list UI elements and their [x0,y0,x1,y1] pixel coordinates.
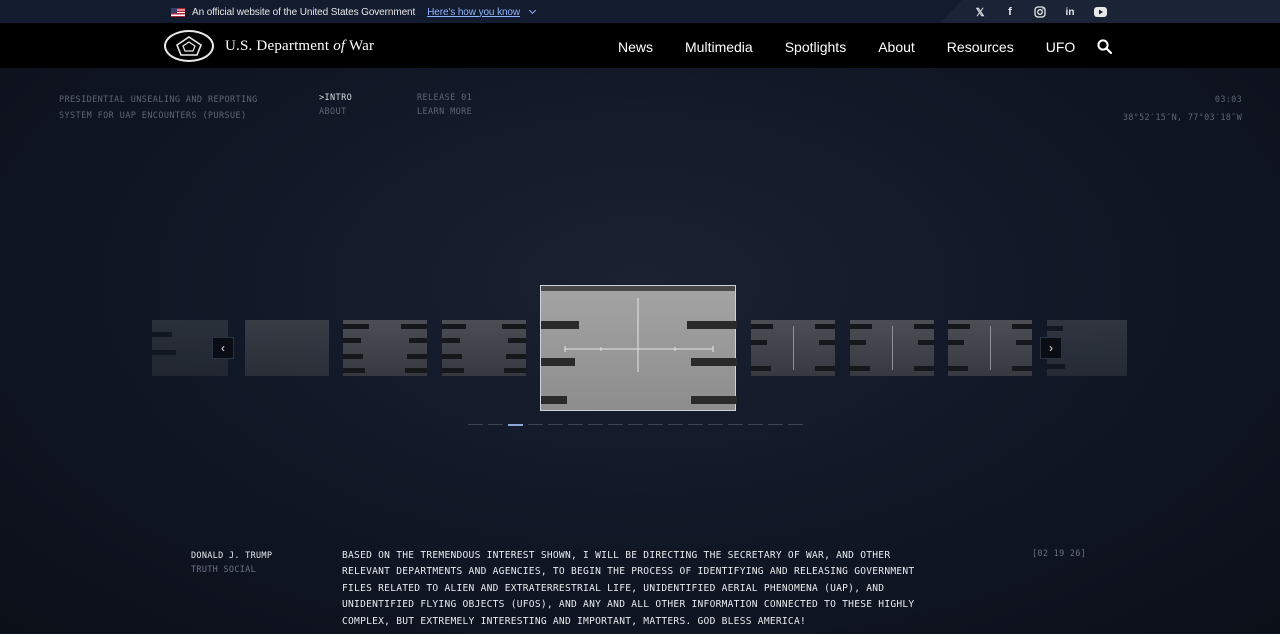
carousel-thumb[interactable] [343,320,427,376]
carousel-dot[interactable] [488,424,503,425]
hero-section: PRESIDENTIAL UNSEALING AND REPORTING SYS… [0,68,1280,634]
clock-time: 03:03 [1214,95,1242,105]
carousel-prev-button[interactable]: ‹ [212,337,234,359]
time-location: 03:03 38°52′15″N, 77°03′18″W [1123,91,1242,127]
carousel-dot[interactable] [688,424,703,425]
quote-attribution: DONALD J. TRUMP TRUTH SOCIAL [191,549,272,577]
carousel-dot[interactable] [768,424,783,425]
coordinates: 38°52′15″N, 77°03′18″W [1122,113,1242,123]
carousel-dot[interactable] [668,424,683,425]
carousel-dot[interactable] [788,424,803,425]
carousel-active-slide[interactable] [540,285,737,411]
program-title: PRESIDENTIAL UNSEALING AND REPORTING SYS… [59,92,258,124]
facebook-icon[interactable]: f [1003,5,1017,19]
quote-source: TRUTH SOCIAL [191,565,257,575]
department-logo-text[interactable]: U.S. Department of War [225,38,374,55]
carousel-thumb[interactable] [245,320,329,376]
targeting-reticle-icon [564,298,714,372]
social-links: 𝕏 f in [973,5,1107,19]
menu-intro[interactable]: >INTRO [319,91,352,105]
linkedin-icon[interactable]: in [1063,5,1077,19]
gov-banner-text: An official website of the United States… [192,6,416,18]
carousel-next-button[interactable]: › [1040,337,1062,359]
nav-link-ufo[interactable]: UFO [1046,39,1076,55]
main-nav: U.S. Department of War News Multimedia S… [0,23,1280,68]
carousel-dot[interactable] [508,424,523,426]
carousel-pagination [468,424,803,426]
heres-how-you-know-link[interactable]: Here's how you know [427,7,520,18]
menu-learn-more[interactable]: LEARN MORE [417,105,472,119]
us-flag-icon [171,7,185,17]
nav-link-news[interactable]: News [618,39,653,55]
menu-release[interactable]: RELEASE 01 [417,91,472,105]
carousel-dot[interactable] [468,424,483,425]
carousel-dot[interactable] [528,424,543,425]
carousel-dot[interactable] [568,424,583,425]
carousel-thumb[interactable] [850,320,934,376]
program-title-line2: SYSTEM FOR UAP ENCOUNTERS (PURSUE) [59,111,247,121]
release-menu: RELEASE 01 LEARN MORE [417,91,472,119]
chevron-left-icon: ‹ [221,341,225,355]
carousel-dot[interactable] [608,424,623,425]
nav-link-resources[interactable]: Resources [947,39,1014,55]
nav-link-spotlights[interactable]: Spotlights [785,39,846,55]
gov-banner-content: An official website of the United States… [171,5,537,19]
search-icon[interactable] [1097,39,1112,54]
logo-suffix: War [345,38,375,54]
carousel-dot[interactable] [588,424,603,425]
carousel-dot[interactable] [548,424,563,425]
program-title-line1: PRESIDENTIAL UNSEALING AND REPORTING [59,95,258,105]
pentagon-icon [176,36,202,56]
instagram-icon[interactable] [1033,5,1047,19]
nav-link-about[interactable]: About [878,39,915,55]
gov-banner: An official website of the United States… [0,0,1280,23]
carousel-dot[interactable] [628,424,643,425]
menu-about[interactable]: ABOUT [319,105,352,119]
carousel-dot[interactable] [748,424,763,425]
quote-date: [02 19 26] [1032,549,1087,559]
nav-links: News Multimedia Spotlights About Resourc… [618,39,1107,55]
department-seal-logo[interactable] [164,30,214,62]
carousel-dot[interactable] [728,424,743,425]
quote-text: BASED ON THE TREMENDOUS INTEREST SHOWN, … [342,550,915,627]
youtube-icon[interactable] [1093,5,1107,19]
carousel-thumb[interactable] [948,320,1032,376]
carousel-dot[interactable] [648,424,663,425]
logo-of: of [333,38,346,54]
nav-link-multimedia[interactable]: Multimedia [685,39,753,55]
chevron-right-icon: › [1049,341,1053,355]
quote-author: DONALD J. TRUMP [191,551,273,561]
logo-prefix: U.S. Department [225,38,334,54]
section-menu: >INTRO ABOUT [319,91,352,119]
chevron-down-icon[interactable] [528,6,537,14]
carousel-thumb[interactable] [751,320,835,376]
carousel-thumb[interactable] [442,320,526,376]
x-icon[interactable]: 𝕏 [973,5,987,19]
carousel-dot[interactable] [708,424,723,425]
